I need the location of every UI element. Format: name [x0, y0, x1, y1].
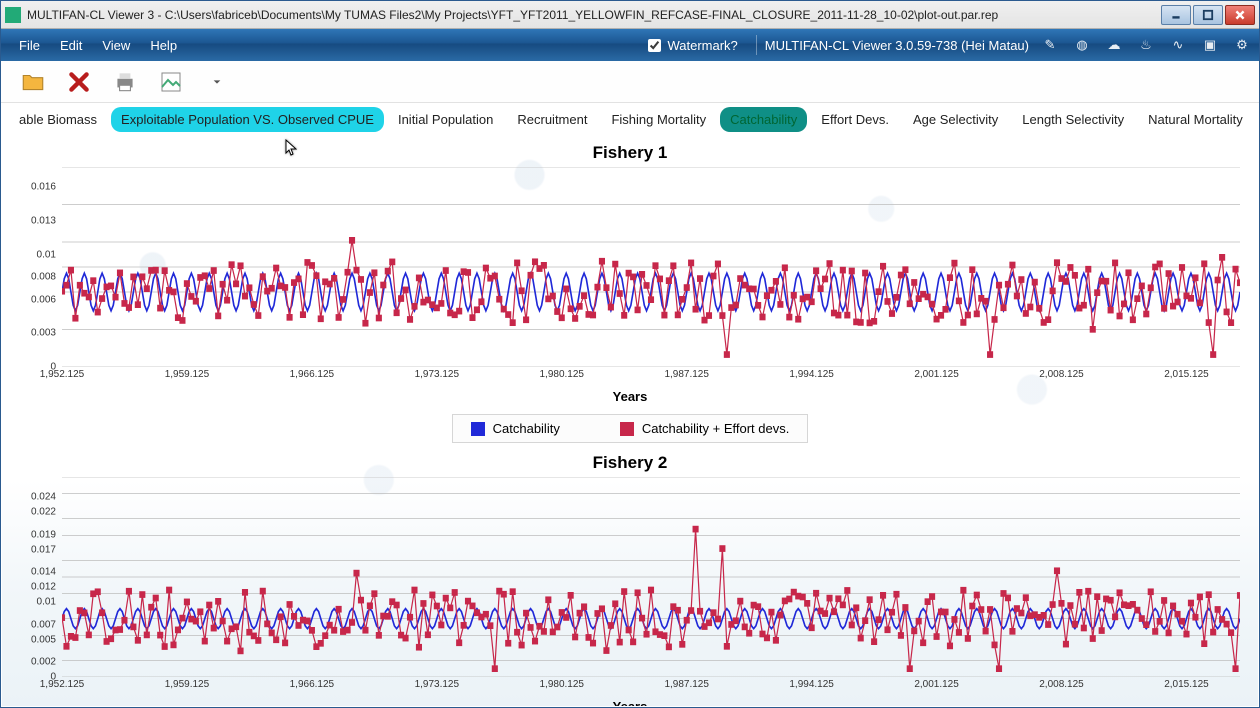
menu-help[interactable]: Help — [140, 34, 187, 57]
cloud-icon[interactable]: ☁ — [1105, 36, 1123, 54]
x-tick: 1,980.125 — [540, 679, 585, 690]
window-title: MULTIFAN-CL Viewer 3 - C:\Users\fabriceb… — [27, 8, 1161, 22]
y-tick: 0.002 — [31, 657, 56, 668]
chart-title: Fishery 1 — [2, 141, 1258, 167]
tab-catchability[interactable]: Catchability — [720, 107, 807, 132]
x-tick: 1,966.125 — [290, 679, 335, 690]
x-tick: 2,008.125 — [1039, 679, 1084, 690]
delete-button[interactable] — [65, 68, 93, 96]
drop-icon[interactable]: ♨ — [1137, 36, 1155, 54]
version-label: MULTIFAN-CL Viewer 3.0.59-738 (Hei Matau… — [765, 38, 1029, 53]
tab-age-selectivity[interactable]: Age Selectivity — [903, 107, 1008, 132]
print-button[interactable] — [111, 68, 139, 96]
y-tick: 0.012 — [31, 582, 56, 593]
y-tick: 0.022 — [31, 507, 56, 518]
legend-swatch-s2 — [620, 422, 634, 436]
app-icon — [5, 7, 21, 23]
tab-able-biomass[interactable]: able Biomass — [9, 107, 107, 132]
chart-plot: 00.0020.0050.0070.010.0120.0140.0170.019… — [62, 477, 1240, 677]
tab-recruitment[interactable]: Recruitment — [507, 107, 597, 132]
y-tick: 0.01 — [37, 597, 56, 608]
y-tick: 0.01 — [37, 249, 56, 260]
dropdown-caret-icon[interactable] — [203, 68, 231, 96]
x-tick: 1,952.125 — [40, 369, 85, 380]
menubar: File Edit View Help Watermark? MULTIFAN-… — [1, 29, 1259, 61]
y-tick: 0.014 — [31, 567, 56, 578]
tab-initial-population[interactable]: Initial Population — [388, 107, 503, 132]
x-axis-label: Years — [2, 389, 1258, 404]
y-tick: 0.019 — [31, 529, 56, 540]
y-tick: 0.016 — [31, 182, 56, 193]
x-tick: 1,973.125 — [415, 369, 460, 380]
legend-label-s2: Catchability + Effort devs. — [642, 421, 790, 436]
y-tick: 0.017 — [31, 544, 56, 555]
menu-view[interactable]: View — [92, 34, 140, 57]
x-tick: 1,966.125 — [290, 369, 335, 380]
x-tick: 2,001.125 — [914, 679, 959, 690]
x-tick: 1,987.125 — [664, 369, 709, 380]
x-tick: 2,015.125 — [1164, 369, 1209, 380]
tab-fishing-mortality[interactable]: Fishing Mortality — [601, 107, 716, 132]
minimize-button[interactable] — [1161, 5, 1191, 25]
menu-file[interactable]: File — [9, 34, 50, 57]
y-tick: 0.006 — [31, 294, 56, 305]
chart-title: Fishery 2 — [2, 451, 1258, 477]
y-tick: 0.024 — [31, 492, 56, 503]
fish-icon[interactable]: ∿ — [1169, 36, 1187, 54]
x-tick: 1,959.125 — [165, 369, 210, 380]
pencil-icon[interactable]: ✎ — [1041, 36, 1059, 54]
tab-natural-mortality[interactable]: Natural Mortality — [1138, 107, 1253, 132]
x-tick: 1,959.125 — [165, 679, 210, 690]
toolbar — [1, 61, 1259, 103]
open-button[interactable] — [19, 68, 47, 96]
content-area: Fishery 100.0030.0060.0080.010.0130.0161… — [2, 141, 1258, 706]
watermark-checkbox[interactable] — [648, 39, 661, 52]
x-tick: 2,015.125 — [1164, 679, 1209, 690]
tab-row: able BiomassExploitable Population VS. O… — [1, 103, 1259, 140]
legend: Catchability Catchability + Effort devs. — [452, 414, 809, 443]
maximize-button[interactable] — [1193, 5, 1223, 25]
y-tick: 0.005 — [31, 634, 56, 645]
menu-edit[interactable]: Edit — [50, 34, 92, 57]
globe-icon[interactable]: ◍ — [1073, 36, 1091, 54]
divider — [756, 35, 757, 55]
x-tick: 2,001.125 — [914, 369, 959, 380]
close-button[interactable] — [1225, 5, 1255, 25]
window-icon[interactable]: ▣ — [1201, 36, 1219, 54]
x-tick: 1,980.125 — [540, 369, 585, 380]
x-tick: 1,994.125 — [789, 369, 834, 380]
watermark-toggle[interactable]: Watermark? — [638, 38, 747, 53]
tab-exploitable-population-vs-observed-cpue[interactable]: Exploitable Population VS. Observed CPUE — [111, 107, 384, 132]
gear-icon[interactable]: ⚙ — [1233, 36, 1251, 54]
x-tick: 2,008.125 — [1039, 369, 1084, 380]
y-tick: 0.008 — [31, 272, 56, 283]
titlebar: MULTIFAN-CL Viewer 3 - C:\Users\fabriceb… — [1, 1, 1259, 29]
image-button[interactable] — [157, 68, 185, 96]
tab-length-selectivity[interactable]: Length Selectivity — [1012, 107, 1134, 132]
y-tick: 0.003 — [31, 328, 56, 339]
x-axis-label: Years — [2, 699, 1258, 706]
tab-effort-devs-[interactable]: Effort Devs. — [811, 107, 899, 132]
x-tick: 1,994.125 — [789, 679, 834, 690]
chart-plot: 00.0030.0060.0080.010.0130.0161,952.1251… — [62, 167, 1240, 367]
legend-label-s1: Catchability — [493, 421, 560, 436]
y-tick: 0.013 — [31, 215, 56, 226]
legend-swatch-s1 — [471, 422, 485, 436]
x-tick: 1,973.125 — [415, 679, 460, 690]
y-tick: 0.007 — [31, 619, 56, 630]
watermark-label: Watermark? — [667, 38, 737, 53]
x-tick: 1,987.125 — [664, 679, 709, 690]
x-tick: 1,952.125 — [40, 679, 85, 690]
